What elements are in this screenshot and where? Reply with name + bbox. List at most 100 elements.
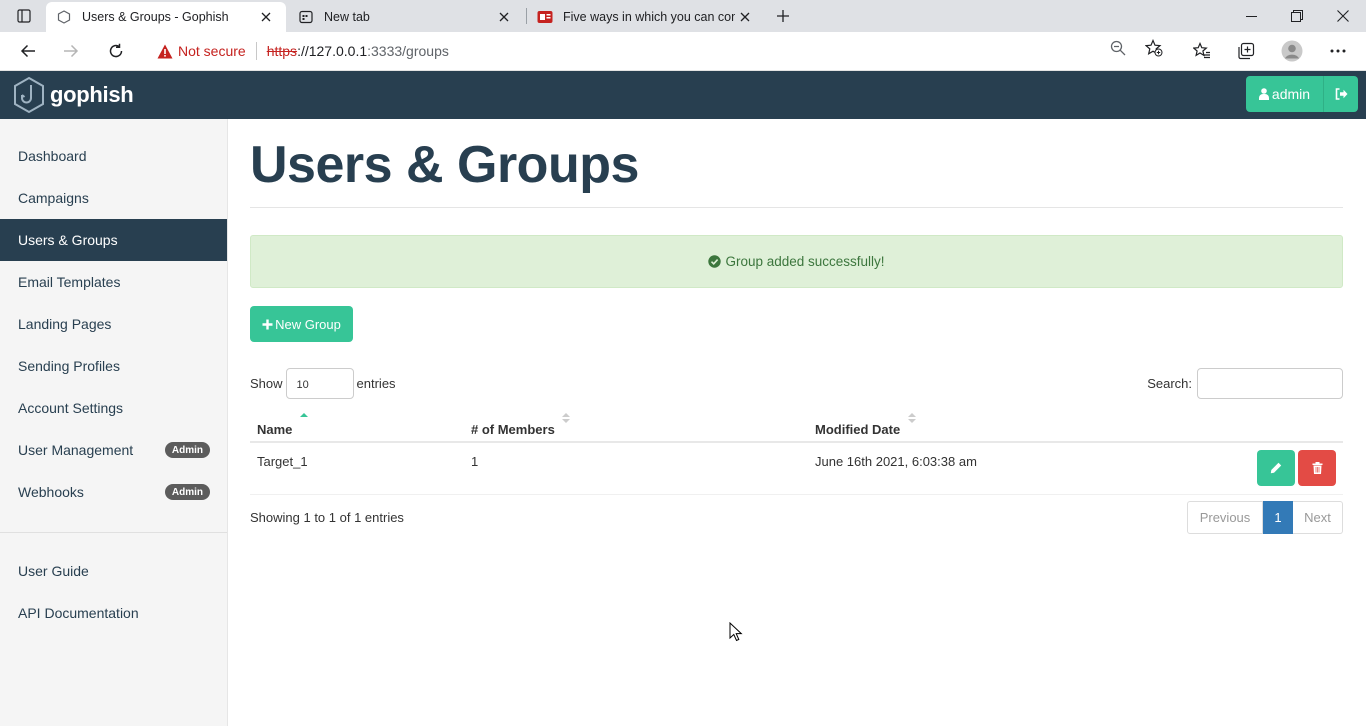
- new-tab-page-icon: [298, 9, 314, 25]
- add-favorite-icon[interactable]: [1144, 38, 1164, 58]
- page-length-select[interactable]: 10: [285, 367, 354, 399]
- sidebar-item-campaigns[interactable]: Campaigns: [0, 177, 227, 219]
- sidebar-item-label: Sending Profiles: [18, 358, 120, 374]
- tab-title: New tab: [324, 10, 370, 24]
- sidebar-item-email-templates[interactable]: Email Templates: [0, 261, 227, 303]
- column-header-label: Modified Date: [815, 422, 901, 437]
- close-icon[interactable]: [256, 7, 276, 27]
- user-icon: [1258, 88, 1269, 100]
- sort-both-icon: [562, 413, 570, 423]
- sidebar-item-label: Landing Pages: [18, 316, 112, 332]
- pagination-page-1[interactable]: 1: [1263, 501, 1293, 534]
- column-header-name[interactable]: Name: [257, 409, 308, 443]
- browser-tabstrip: Users & Groups - Gophish New tab Five wa…: [0, 0, 1366, 32]
- table-info: Showing 1 to 1 of 1 entries: [250, 510, 404, 525]
- news-favicon-icon: [537, 9, 553, 25]
- column-header-label: # of Members: [471, 422, 555, 437]
- restore-icon[interactable]: [1274, 0, 1320, 32]
- sidebar-item-dashboard[interactable]: Dashboard: [0, 135, 227, 177]
- page-length-value: 10: [296, 378, 309, 391]
- address-url[interactable]: https://127.0.0.1:3333/groups: [267, 43, 449, 59]
- zoom-out-icon[interactable]: [1108, 38, 1128, 58]
- close-icon[interactable]: [494, 7, 514, 27]
- back-arrow-icon[interactable]: [12, 37, 44, 65]
- groups-table: Name # of Members Modified Date Target_1…: [250, 409, 1343, 495]
- address-divider: [255, 42, 257, 60]
- show-label: Show: [250, 375, 283, 391]
- group-name-cell: Target_1: [257, 454, 308, 469]
- url-host: ://127.0.0.1: [297, 43, 368, 59]
- sidebar-item-user-guide[interactable]: User Guide: [0, 550, 227, 592]
- address-bar[interactable]: Not secure https://127.0.0.1:3333/groups: [144, 36, 1174, 66]
- sidebar-item-label: User Guide: [18, 563, 89, 579]
- new-tab-plus-icon[interactable]: [770, 4, 796, 28]
- search-input[interactable]: [1197, 367, 1343, 399]
- sidebar-item-landing-pages[interactable]: Landing Pages: [0, 303, 227, 345]
- sidebar-item-label: User Management: [18, 442, 134, 458]
- check-circle-icon: [708, 255, 722, 268]
- sign-out-icon: [1335, 88, 1347, 100]
- more-menu-icon[interactable]: [1322, 37, 1354, 65]
- column-header-modified-date[interactable]: Modified Date: [815, 409, 916, 443]
- minimize-icon[interactable]: [1228, 0, 1274, 32]
- sidebar-item-sending-profiles[interactable]: Sending Profiles: [0, 345, 227, 387]
- page-length-control: Show 10 entries: [250, 367, 396, 399]
- sort-ascending-icon: [300, 413, 308, 417]
- tab-title: Users & Groups - Gophish: [82, 10, 229, 24]
- entries-label: entries: [356, 375, 396, 391]
- success-alert: Group added successfully!: [250, 235, 1343, 288]
- browser-tab-new-tab[interactable]: New tab: [288, 2, 524, 32]
- profile-avatar-icon[interactable]: [1276, 37, 1308, 65]
- admin-badge: Admin: [164, 442, 210, 458]
- alert-message: Group added successfully!: [725, 254, 885, 269]
- collections-icon[interactable]: [1230, 37, 1262, 65]
- app-navbar: gophish admin: [0, 71, 1366, 119]
- url-scheme: https: [266, 43, 298, 59]
- browser-tab-article[interactable]: Five ways in which you can comb: [527, 2, 765, 32]
- sidebar-item-users-groups[interactable]: Users & Groups: [0, 219, 227, 261]
- brand-link[interactable]: gophish: [12, 75, 134, 115]
- browser-tab-users-groups[interactable]: Users & Groups - Gophish: [46, 2, 286, 32]
- sidebar-item-label: Account Settings: [18, 400, 124, 416]
- not-secure-warning-icon[interactable]: [156, 42, 174, 60]
- tab-actions-icon[interactable]: [10, 6, 38, 26]
- user-name: admin: [1271, 86, 1311, 102]
- group-modified-cell: June 16th 2021, 6:03:38 am: [815, 454, 977, 469]
- sidebar-item-account-settings[interactable]: Account Settings: [0, 387, 227, 429]
- group-members-cell: 1: [471, 454, 479, 469]
- delete-group-button[interactable]: [1298, 450, 1336, 486]
- sidebar-item-webhooks[interactable]: Webhooks Admin: [0, 471, 227, 513]
- not-secure-label[interactable]: Not secure: [178, 43, 246, 59]
- refresh-icon[interactable]: [100, 37, 132, 65]
- new-group-button[interactable]: New Group: [250, 306, 353, 342]
- admin-badge: Admin: [164, 484, 210, 500]
- sidebar-item-user-management[interactable]: User Management Admin: [0, 429, 227, 471]
- gophish-favicon-icon: [56, 9, 72, 25]
- sidebar-item-label: API Documentation: [18, 605, 139, 621]
- logout-button[interactable]: [1323, 76, 1358, 112]
- edit-group-button[interactable]: [1257, 450, 1295, 486]
- pagination: Previous 1 Next: [1187, 501, 1343, 534]
- title-divider: [250, 207, 1343, 208]
- sidebar-item-label: Webhooks: [18, 484, 84, 500]
- pagination-next[interactable]: Next: [1293, 501, 1343, 534]
- tab-title: Five ways in which you can comb: [563, 10, 735, 24]
- forward-arrow-icon[interactable]: [55, 37, 87, 65]
- new-group-label: New Group: [275, 316, 341, 332]
- table-row: Target_1 1 June 16th 2021, 6:03:38 am: [250, 443, 1343, 495]
- url-path: :3333/groups: [367, 43, 449, 59]
- column-header-members[interactable]: # of Members: [471, 409, 570, 443]
- gophish-logo-icon: [14, 76, 44, 114]
- window-close-icon[interactable]: [1320, 0, 1366, 32]
- sidebar-divider: [0, 532, 227, 533]
- browser-toolbar: Not secure https://127.0.0.1:3333/groups: [0, 32, 1366, 71]
- user-menu-button[interactable]: admin: [1246, 76, 1323, 112]
- sidebar-item-label: Users & Groups: [18, 232, 118, 248]
- sidebar-item-label: Campaigns: [18, 190, 89, 206]
- close-icon[interactable]: [735, 7, 755, 27]
- favorites-icon[interactable]: [1186, 37, 1218, 65]
- sidebar-item-api-documentation[interactable]: API Documentation: [0, 592, 227, 634]
- sidebar-item-label: Email Templates: [18, 274, 121, 290]
- pagination-previous[interactable]: Previous: [1187, 501, 1263, 534]
- mouse-cursor-icon: [729, 622, 743, 642]
